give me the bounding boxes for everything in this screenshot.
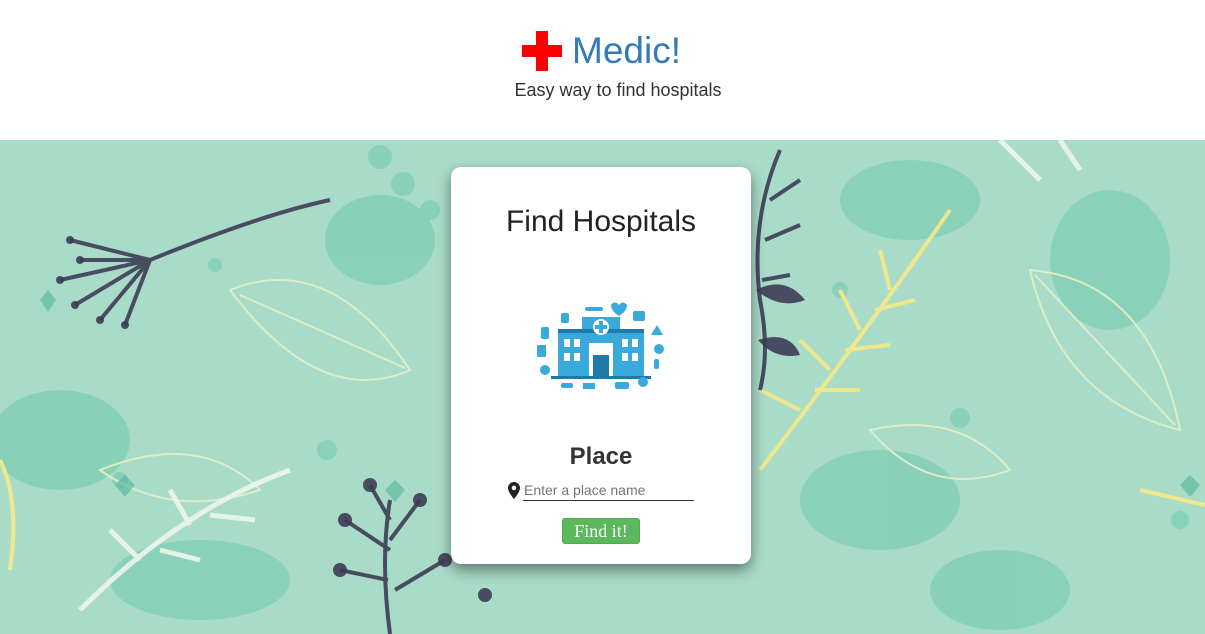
page-header: Medic! Easy way to find hospitals: [0, 0, 1205, 140]
find-it-button[interactable]: Find it!: [562, 518, 640, 544]
red-cross-icon: [522, 31, 562, 71]
brand[interactable]: Medic!: [522, 28, 681, 74]
place-label: Place: [569, 443, 633, 470]
place-input[interactable]: [523, 480, 694, 501]
tagline: Easy way to find hospitals: [514, 80, 722, 100]
card-title: Find Hospitals: [505, 205, 697, 238]
search-card: Find Hospitals Place Enter a place name …: [451, 167, 751, 564]
hospital-illustration: [537, 302, 664, 389]
brand-title[interactable]: Medic!: [572, 28, 681, 74]
map-pin-icon: [508, 482, 520, 499]
